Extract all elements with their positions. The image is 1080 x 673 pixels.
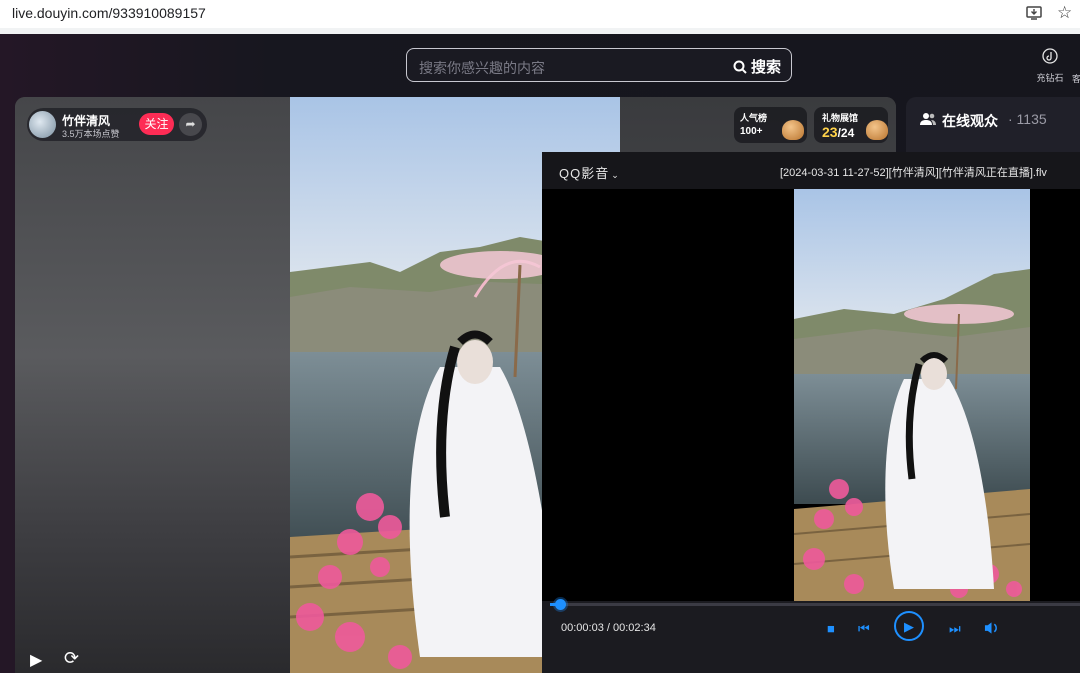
gift-hall-badge[interactable]: 礼物展馆 23/24 bbox=[814, 107, 888, 143]
popularity-rank-badge[interactable]: 人气榜 100+ bbox=[734, 107, 807, 143]
popularity-value: 100+ bbox=[740, 126, 763, 137]
qq-control-bar: 00:00:03 / 00:02:34 ■ ⏮ ▶ ⏭ bbox=[542, 599, 1080, 673]
avatar[interactable] bbox=[29, 111, 56, 138]
gift-hall-title: 礼物展馆 bbox=[822, 113, 859, 123]
popularity-title: 人气榜 bbox=[740, 113, 768, 123]
gift-hall-value: 23/24 bbox=[822, 124, 854, 140]
search-icon bbox=[733, 60, 747, 74]
search-input[interactable]: 搜索你感兴趣的内容 搜索 bbox=[406, 48, 792, 82]
search-placeholder: 搜索你感兴趣的内容 bbox=[419, 60, 545, 76]
recharge-button[interactable]: 充钻石 bbox=[1032, 48, 1068, 84]
viewers-count: · 1135 bbox=[1008, 111, 1047, 127]
qq-player-menu[interactable]: QQ影音 ⌄ bbox=[559, 163, 620, 182]
follow-button[interactable]: 关注 bbox=[139, 113, 174, 135]
next-icon[interactable]: ⏭ bbox=[949, 621, 961, 637]
qq-player-titlebar[interactable]: QQ影音 ⌄ [2024-03-31 11-27-52][竹伴清风][竹伴清风正在… bbox=[542, 152, 1080, 189]
previous-icon[interactable]: ⏮ bbox=[858, 621, 870, 637]
search-button[interactable]: 搜索 bbox=[733, 56, 781, 77]
qq-video-frame[interactable] bbox=[794, 189, 1030, 604]
gift-icon bbox=[866, 120, 888, 140]
install-app-icon[interactable] bbox=[1026, 5, 1042, 21]
streamer-likes: 3.5万本场点赞 bbox=[62, 129, 120, 139]
star-icon[interactable]: ☆ bbox=[1057, 4, 1072, 22]
video-blur-left bbox=[15, 97, 290, 673]
qq-progress-knob[interactable] bbox=[555, 599, 567, 610]
qq-scene-image bbox=[794, 189, 1030, 604]
play-icon[interactable]: ▶ bbox=[30, 650, 42, 670]
url-text[interactable]: live.douyin.com/933910089157 bbox=[12, 5, 206, 21]
qq-player-brand: QQ影音 bbox=[559, 166, 610, 181]
douyin-coin-icon bbox=[1042, 48, 1058, 64]
refresh-icon[interactable]: ⟳ bbox=[64, 648, 79, 669]
qq-player-filename: [2024-03-31 11-27-52][竹伴清风][竹伴清风正在直播].fl… bbox=[780, 167, 1047, 179]
viewers-title: 在线观众 bbox=[942, 113, 998, 129]
users-icon bbox=[920, 112, 936, 129]
client-label[interactable]: 客 bbox=[1072, 72, 1080, 85]
browser-url-bar[interactable]: live.douyin.com/933910089157 ☆ bbox=[0, 0, 1080, 28]
search-button-label: 搜索 bbox=[750, 59, 781, 76]
streamer-badge[interactable]: 竹伴清风 3.5万本场点赞 关注 ➦ bbox=[27, 108, 207, 141]
qq-progress-bar[interactable] bbox=[550, 599, 1080, 610]
qq-player-window[interactable]: QQ影音 ⌄ [2024-03-31 11-27-52][竹伴清风][竹伴清风正在… bbox=[542, 152, 1080, 673]
share-icon[interactable]: ➦ bbox=[179, 113, 202, 136]
recharge-label: 充钻石 bbox=[1036, 73, 1064, 83]
trophy-icon bbox=[782, 120, 804, 140]
gift-total: /24 bbox=[837, 126, 855, 140]
qq-play-button[interactable]: ▶ bbox=[894, 611, 924, 641]
stop-icon[interactable]: ■ bbox=[827, 621, 835, 636]
gift-current: 23 bbox=[822, 124, 838, 140]
chevron-down-icon: ⌄ bbox=[611, 170, 620, 180]
qq-time-display: 00:00:03 / 00:02:34 bbox=[561, 622, 656, 634]
volume-icon[interactable] bbox=[984, 621, 999, 635]
